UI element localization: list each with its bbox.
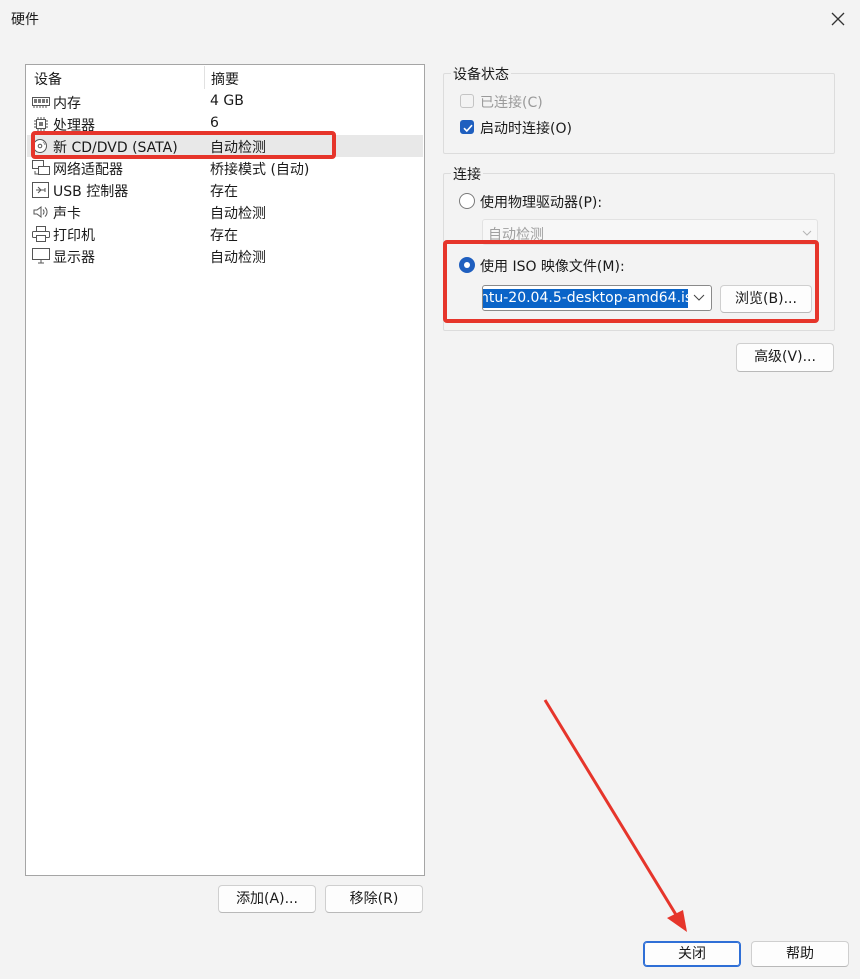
checkmark-icon: [463, 124, 473, 133]
network-adapter-icon: [32, 160, 50, 176]
device-row-cd-dvd[interactable]: 新 CD/DVD (SATA) 自动检测: [27, 135, 423, 157]
window-title: 硬件: [11, 12, 39, 28]
device-name: 新 CD/DVD (SATA): [53, 140, 178, 156]
device-status-group: [443, 73, 835, 154]
device-name: 网络适配器: [53, 162, 123, 178]
device-name: USB 控制器: [53, 184, 129, 200]
device-name: 声卡: [53, 206, 81, 222]
help-button[interactable]: 帮助: [751, 941, 849, 967]
usb-icon: [32, 182, 50, 198]
device-row-usb-controller[interactable]: USB 控制器 存在: [27, 179, 423, 201]
device-name: 处理器: [53, 118, 95, 134]
column-header-device[interactable]: 设备: [34, 69, 62, 89]
connect-at-power-on-checkbox[interactable]: [460, 120, 474, 134]
connected-checkbox[interactable]: [460, 94, 474, 108]
monitor-icon: [32, 248, 50, 264]
physical-drive-select[interactable]: 自动检测: [482, 219, 818, 245]
printer-icon: [32, 226, 50, 242]
device-row-processor[interactable]: 处理器 6: [27, 113, 423, 135]
iso-image-radio[interactable]: [459, 257, 475, 273]
device-row-sound-card[interactable]: 声卡 自动检测: [27, 201, 423, 223]
device-summary: 6: [210, 115, 219, 131]
physical-drive-value: 自动检测: [488, 227, 544, 243]
device-name: 显示器: [53, 250, 95, 266]
device-row-printer[interactable]: 打印机 存在: [27, 223, 423, 245]
memory-icon: [32, 94, 50, 110]
column-header-summary[interactable]: 摘要: [211, 69, 239, 89]
cd-dvd-icon: [32, 138, 50, 154]
browse-button[interactable]: 浏览(B)...: [720, 285, 812, 313]
remove-device-button[interactable]: 移除(R): [325, 885, 423, 913]
connect-at-power-on-label: 启动时连接(O): [480, 121, 572, 137]
device-row-network-adapter[interactable]: 网络适配器 桥接模式 (自动): [27, 157, 423, 179]
chevron-down-icon: [801, 226, 813, 242]
device-summary: 自动检测: [210, 140, 266, 156]
device-list[interactable]: 设备 摘要 内存 4 GB 处理器 6 新 CD/DVD (SATA) 自动检测…: [25, 64, 425, 876]
device-summary: 存在: [210, 228, 238, 244]
speaker-icon: [32, 204, 50, 220]
device-summary: 桥接模式 (自动): [210, 162, 310, 178]
iso-image-label: 使用 ISO 映像文件(M):: [480, 259, 625, 275]
close-window-icon[interactable]: [826, 7, 850, 31]
device-row-monitor[interactable]: 显示器 自动检测: [27, 245, 423, 267]
advanced-button[interactable]: 高级(V)...: [736, 343, 834, 372]
device-row-memory[interactable]: 内存 4 GB: [27, 91, 423, 113]
device-summary: 自动检测: [210, 206, 266, 222]
iso-path-combobox[interactable]: ntu-20.04.5-desktop-amd64.iso: [482, 285, 712, 311]
device-name: 打印机: [53, 228, 95, 244]
device-name: 内存: [53, 96, 81, 112]
add-device-button[interactable]: 添加(A)...: [218, 885, 316, 913]
iso-path-value: ntu-20.04.5-desktop-amd64.iso: [483, 289, 688, 308]
close-button[interactable]: 关闭: [643, 941, 741, 967]
connected-label: 已连接(C): [480, 95, 543, 111]
title-bar: 硬件: [0, 0, 860, 38]
device-summary: 自动检测: [210, 250, 266, 266]
device-summary: 4 GB: [210, 93, 244, 109]
processor-icon: [32, 116, 50, 132]
column-divider[interactable]: [204, 66, 205, 89]
device-summary: 存在: [210, 184, 238, 200]
chevron-down-icon[interactable]: [688, 286, 710, 310]
connection-legend: 连接: [451, 164, 483, 184]
device-status-legend: 设备状态: [451, 64, 511, 84]
physical-drive-radio[interactable]: [459, 193, 475, 209]
physical-drive-label: 使用物理驱动器(P):: [480, 195, 603, 211]
